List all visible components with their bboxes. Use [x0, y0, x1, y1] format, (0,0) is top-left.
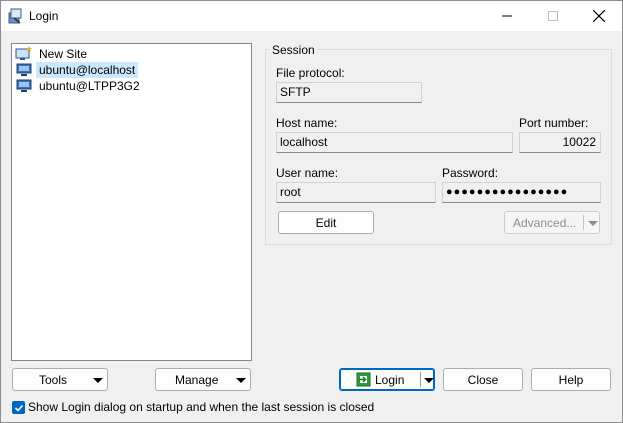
- close-button[interactable]: Close: [443, 368, 523, 391]
- user-name-label: User name:: [276, 166, 339, 180]
- login-button[interactable]: Login: [339, 368, 435, 391]
- minimize-button[interactable]: [484, 1, 530, 31]
- advanced-split-divider: [583, 215, 584, 230]
- advanced-button-label: Advanced...: [513, 215, 577, 230]
- site-label: New Site: [39, 47, 88, 61]
- password-input[interactable]: ●●●●●●●●●●●●●●●●: [442, 182, 601, 203]
- window-title: Login: [29, 9, 59, 23]
- host-name-input[interactable]: localhost: [276, 132, 513, 153]
- tools-button-label: Tools: [39, 372, 68, 387]
- chevron-down-icon: [93, 378, 103, 383]
- chevron-down-icon: [236, 378, 246, 383]
- login-button-label: Login: [375, 372, 405, 387]
- site-item-ubuntu-ltpp3g2[interactable]: ubuntu@LTPP3G2: [15, 78, 143, 94]
- port-number-input[interactable]: 10022: [519, 132, 601, 153]
- site-label: ubuntu@localhost: [36, 62, 139, 78]
- help-button[interactable]: Help: [531, 368, 611, 391]
- edit-button-label: Edit: [315, 215, 337, 230]
- site-item-ubuntu-localhost[interactable]: ubuntu@localhost: [15, 62, 139, 78]
- show-login-dialog-checkbox[interactable]: [12, 401, 25, 414]
- chevron-down-icon[interactable]: [424, 378, 434, 383]
- advanced-button[interactable]: Advanced...: [504, 211, 600, 234]
- close-icon: [593, 10, 605, 22]
- login-icon: [356, 372, 371, 387]
- site-label: ubuntu@LTPP3G2: [39, 79, 140, 93]
- login-split-divider: [420, 372, 421, 387]
- file-protocol-select[interactable]: SFTP: [276, 82, 422, 103]
- password-label: Password:: [442, 166, 499, 180]
- session-group-title: Session: [269, 43, 318, 57]
- new-site-icon: [15, 46, 32, 60]
- close-button-label: Close: [467, 372, 499, 387]
- tools-button[interactable]: Tools: [12, 368, 108, 391]
- site-tree[interactable]: New Site ubuntu@localhost ubuntu@LTPP3G2: [11, 43, 252, 361]
- login-dialog: Login New Site ubuntu@localhost ubuntu@L…: [0, 0, 623, 423]
- user-name-input[interactable]: root: [276, 182, 436, 203]
- show-login-dialog-label[interactable]: Show Login dialog on startup and when th…: [28, 400, 374, 414]
- computer-icon: [16, 63, 32, 76]
- manage-button-label: Manage: [175, 372, 219, 387]
- maximize-button[interactable]: [530, 1, 576, 31]
- close-window-button[interactable]: [576, 1, 622, 31]
- site-item-new-site[interactable]: New Site: [15, 46, 90, 62]
- file-protocol-label: File protocol:: [276, 66, 345, 80]
- computer-icon: [16, 79, 32, 92]
- chevron-down-icon[interactable]: [588, 221, 598, 226]
- title-bar[interactable]: Login: [1, 1, 622, 31]
- host-name-label: Host name:: [276, 116, 338, 130]
- manage-button[interactable]: Manage: [155, 368, 251, 391]
- app-icon: [8, 8, 22, 24]
- maximize-icon: [548, 11, 558, 21]
- port-number-label: Port number:: [519, 116, 589, 130]
- minimize-icon: [502, 15, 512, 17]
- checkmark-icon: [14, 404, 23, 412]
- edit-button[interactable]: Edit: [278, 211, 374, 234]
- help-button-label: Help: [558, 372, 584, 387]
